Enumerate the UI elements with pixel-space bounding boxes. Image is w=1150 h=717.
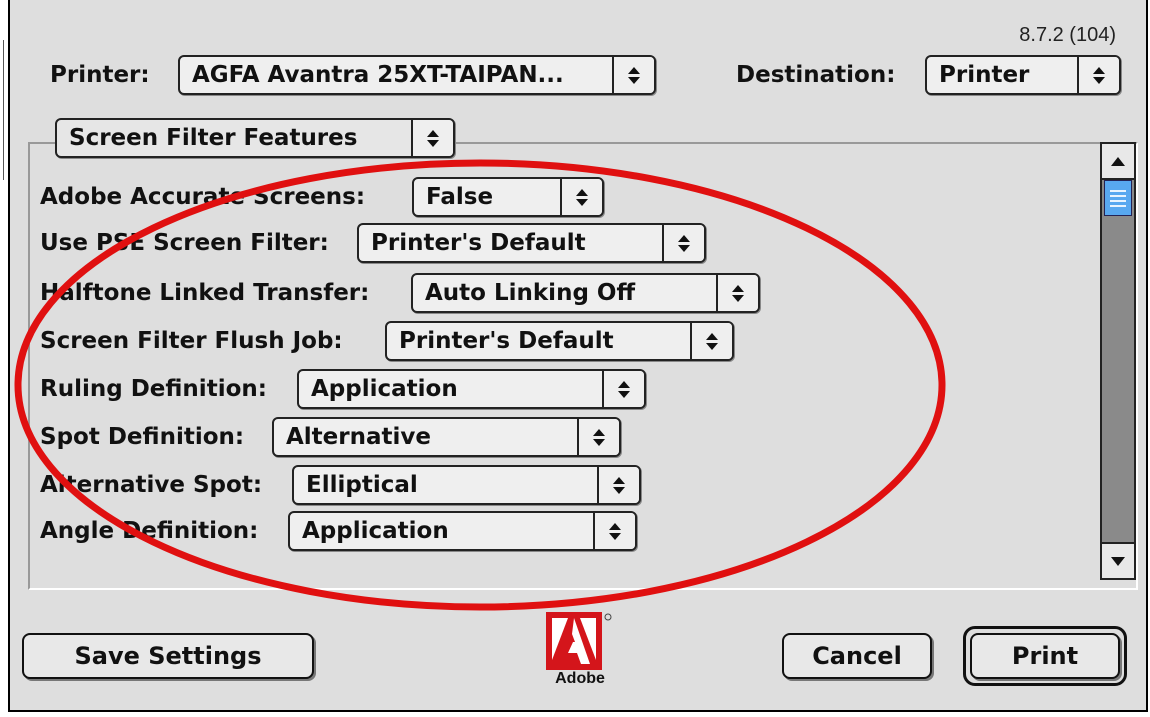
print-dialog: 8.7.2 (104) Printer: AGFA Avantra 25XT-T… (8, 0, 1148, 712)
printer-popup-value: AGFA Avantra 25XT-TAIPAN... (192, 62, 564, 88)
option-popup-alternative-spot[interactable]: Elliptical (292, 465, 641, 505)
option-popup-screen-filter-flush-job[interactable]: Printer's Default (385, 321, 734, 361)
updown-arrows-icon (1077, 57, 1119, 93)
section-popup[interactable]: Screen Filter Features (55, 118, 455, 158)
option-popup-accurate-screens[interactable]: False (412, 177, 604, 217)
updown-arrows-icon (612, 57, 654, 93)
scroll-down-button[interactable] (1102, 542, 1134, 578)
print-button[interactable]: Print (970, 633, 1120, 679)
destination-popup-value: Printer (939, 62, 1030, 88)
option-label-spot-definition: Spot Definition: (40, 424, 245, 450)
option-popup-halftone-linked-transfer[interactable]: Auto Linking Off (411, 273, 760, 313)
updown-arrows-icon (593, 513, 635, 549)
vertical-scrollbar[interactable] (1100, 142, 1136, 580)
triangle-up-icon (1111, 156, 1125, 166)
updown-arrows-icon (716, 275, 758, 311)
option-value: Alternative (286, 424, 431, 450)
option-value: False (426, 184, 494, 210)
updown-arrows-icon (577, 419, 619, 455)
option-label-halftone-linked-transfer: Halftone Linked Transfer: (40, 280, 370, 306)
printer-popup[interactable]: AGFA Avantra 25XT-TAIPAN... (178, 55, 656, 95)
printer-label: Printer: (50, 62, 150, 88)
scroll-up-button[interactable] (1102, 144, 1134, 180)
option-value: Printer's Default (399, 328, 614, 354)
destination-label: Destination: (736, 62, 896, 88)
updown-arrows-icon (602, 371, 644, 407)
option-value: Printer's Default (371, 230, 586, 256)
updown-arrows-icon (560, 179, 602, 215)
option-value: Application (302, 518, 449, 544)
option-value: Application (311, 376, 458, 402)
cancel-button[interactable]: Cancel (782, 633, 932, 679)
option-popup-ruling-definition[interactable]: Application (297, 369, 646, 409)
section-popup-value: Screen Filter Features (69, 125, 358, 151)
left-edge-line (3, 40, 4, 180)
scroll-thumb[interactable] (1104, 180, 1132, 216)
triangle-down-icon (1111, 556, 1125, 566)
adobe-logo-text: Adobe (555, 670, 605, 687)
option-label-screen-filter-flush-job: Screen Filter Flush Job: (40, 328, 343, 354)
option-value: Elliptical (306, 472, 418, 498)
option-label-alternative-spot: Alternative Spot: (40, 472, 263, 498)
destination-popup[interactable]: Printer (925, 55, 1121, 95)
option-popup-spot-definition[interactable]: Alternative (272, 417, 621, 457)
updown-arrows-icon (597, 467, 639, 503)
option-popup-angle-definition[interactable]: Application (288, 511, 637, 551)
version-text: 8.7.2 (104) (1019, 24, 1116, 46)
updown-arrows-icon (411, 120, 453, 156)
updown-arrows-icon (690, 323, 732, 359)
option-popup-pse-screen-filter[interactable]: Printer's Default (357, 223, 706, 263)
option-label-pse-screen-filter: Use PSE Screen Filter: (40, 230, 329, 256)
updown-arrows-icon (662, 225, 704, 261)
option-label-accurate-screens: Adobe Accurate Screens: (40, 184, 366, 210)
save-settings-button[interactable]: Save Settings (22, 633, 314, 679)
option-label-ruling-definition: Ruling Definition: (40, 376, 267, 402)
option-label-angle-definition: Angle Definition: (40, 518, 259, 544)
option-value: Auto Linking Off (425, 280, 636, 306)
